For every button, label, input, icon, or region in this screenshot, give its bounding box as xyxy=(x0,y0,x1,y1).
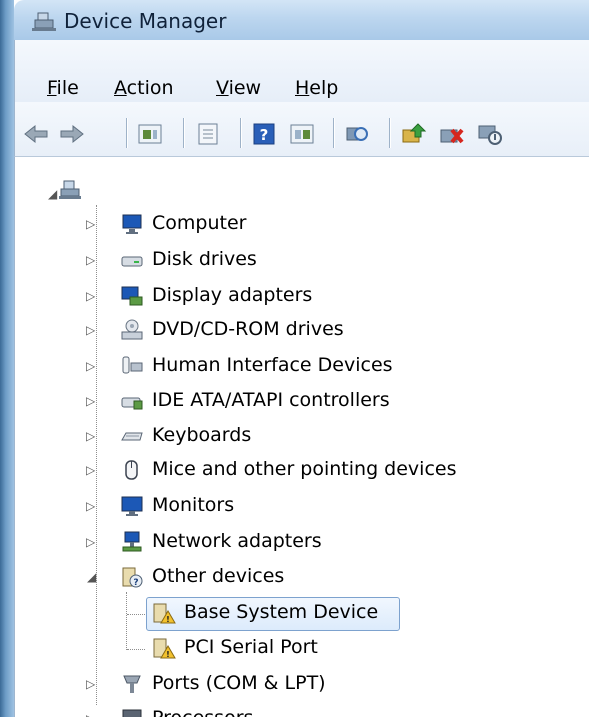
menu-file[interactable]: File xyxy=(47,77,79,99)
collapsed-arrow-icon[interactable]: ▷ xyxy=(86,253,95,267)
collapsed-arrow-icon[interactable]: ▷ xyxy=(86,394,95,408)
menu-view[interactable]: View xyxy=(216,77,261,99)
svg-text:!: ! xyxy=(166,650,170,659)
disable-icon[interactable] xyxy=(476,122,504,146)
tree-item-label: Processors xyxy=(152,707,253,717)
toolbar-separator xyxy=(389,118,390,148)
window-frame xyxy=(0,0,14,717)
tree-item-label: Monitors xyxy=(152,494,235,516)
hid-icon xyxy=(122,356,143,374)
device-manager-window: Device Manager File Action View Help ? ◢… xyxy=(0,0,589,717)
collapsed-arrow-icon[interactable]: ▷ xyxy=(86,217,95,231)
tree-line xyxy=(126,592,127,650)
computer-network-icon xyxy=(59,180,81,199)
tree-item-label: Keyboards xyxy=(152,424,252,446)
tree-item-label: Network adapters xyxy=(152,530,322,552)
collapsed-arrow-icon[interactable]: ▷ xyxy=(86,677,95,691)
tree-item-label: Other devices xyxy=(152,565,285,587)
show-hidden-icon[interactable] xyxy=(288,122,316,146)
tree-item-label: Disk drives xyxy=(152,248,257,270)
toolbar-separator xyxy=(126,118,127,148)
device-manager-icon xyxy=(32,12,56,31)
tree-line xyxy=(127,614,145,615)
keyboard-icon xyxy=(121,432,143,441)
tree-item-label: Mice and other pointing devices xyxy=(152,458,457,480)
properties-icon[interactable] xyxy=(194,122,222,146)
display-adapter-icon xyxy=(121,286,143,306)
tree-item-label: IDE ATA/ATAPI controllers xyxy=(152,389,390,411)
collapsed-arrow-icon[interactable]: ▷ xyxy=(86,712,95,717)
tree-item-label: Computer xyxy=(152,212,247,234)
back-icon[interactable] xyxy=(22,122,50,146)
svg-text:!: ! xyxy=(166,615,170,624)
collapsed-arrow-icon[interactable]: ▷ xyxy=(86,429,95,443)
title-bar[interactable]: Device Manager xyxy=(14,0,589,40)
collapsed-arrow-icon[interactable]: ▷ xyxy=(86,289,95,303)
tree-item-label: PCI Serial Port xyxy=(184,636,318,658)
tree-item-label: Human Interface Devices xyxy=(152,354,393,376)
mouse-icon xyxy=(125,460,138,480)
collapsed-arrow-icon[interactable]: ▷ xyxy=(86,463,95,477)
collapsed-arrow-icon[interactable]: ▷ xyxy=(86,535,95,549)
menu-bar: File Action View Help xyxy=(14,40,589,102)
port-icon xyxy=(123,675,141,693)
svg-text:?: ? xyxy=(133,578,138,588)
update-driver-icon[interactable] xyxy=(400,122,428,146)
tree-item-label: Ports (COM & LPT) xyxy=(152,672,326,694)
toolbar-separator xyxy=(333,118,334,148)
expanded-arrow-icon[interactable]: ◢ xyxy=(87,570,96,584)
tree-line xyxy=(96,205,97,705)
device-tree xyxy=(14,157,589,717)
toolbar-separator xyxy=(240,118,241,148)
dvd-drive-icon xyxy=(121,319,143,340)
collapsed-arrow-icon[interactable]: ▷ xyxy=(86,499,95,513)
menu-help[interactable]: Help xyxy=(295,77,338,99)
monitor-icon xyxy=(121,496,143,516)
tree-item-label: DVD/CD-ROM drives xyxy=(152,318,344,340)
tree-item-label: Display adapters xyxy=(152,284,313,306)
svg-text:?: ? xyxy=(260,126,269,144)
uninstall-icon[interactable] xyxy=(438,122,466,146)
scan-hardware-icon[interactable] xyxy=(343,122,371,146)
expanded-arrow-icon[interactable]: ◢ xyxy=(48,187,57,201)
ide-controller-icon xyxy=(121,397,143,410)
processor-icon xyxy=(122,709,142,717)
toolbar-separator xyxy=(183,118,184,148)
tree-item-label: Base System Device xyxy=(184,601,379,623)
disk-drive-icon xyxy=(121,256,143,267)
network-adapter-icon xyxy=(122,531,142,552)
collapsed-arrow-icon[interactable]: ▷ xyxy=(86,359,95,373)
warning-device-icon: ! xyxy=(153,638,176,659)
collapsed-arrow-icon[interactable]: ▷ xyxy=(86,323,95,337)
computer-icon xyxy=(122,214,142,234)
window-title: Device Manager xyxy=(64,9,227,33)
warning-device-icon: ! xyxy=(153,603,176,624)
forward-icon[interactable] xyxy=(58,122,86,146)
properties-pane-icon[interactable] xyxy=(136,122,164,146)
help-icon[interactable]: ? xyxy=(250,122,278,146)
menu-action[interactable]: Action xyxy=(114,77,174,99)
unknown-device-icon: ? xyxy=(122,567,143,588)
tree-line xyxy=(127,649,145,650)
